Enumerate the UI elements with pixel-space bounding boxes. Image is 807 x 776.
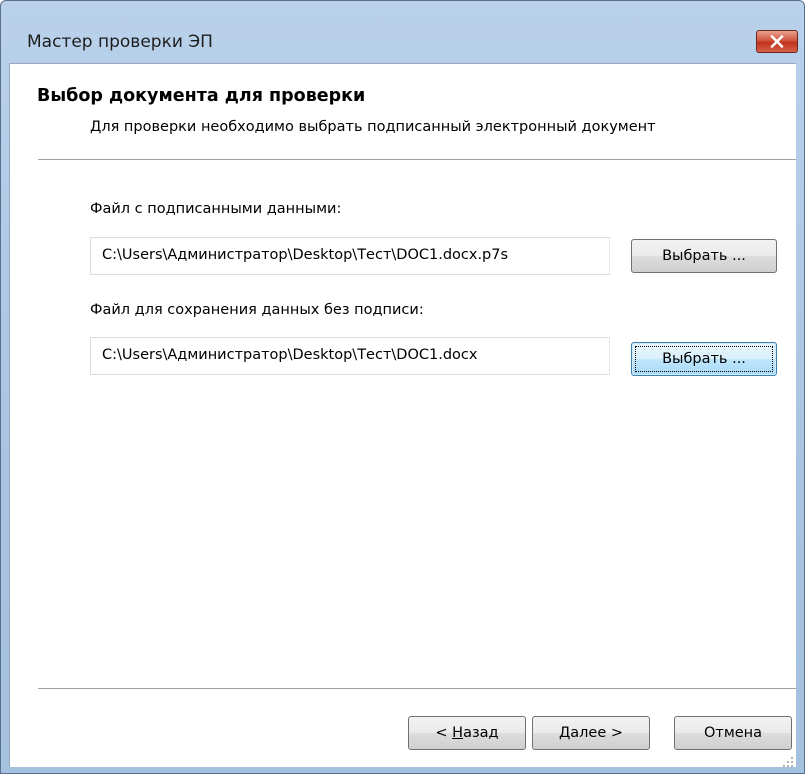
page-title: Выбор документа для проверки (37, 86, 366, 106)
next-button-label: Далее > (558, 725, 624, 741)
signed-file-label: Файл с подписанными данными: (90, 201, 342, 217)
wizard-window: Мастер проверки ЭП Выбор документа для п… (0, 0, 805, 774)
close-icon (770, 35, 784, 48)
signed-file-path-field[interactable]: C:\Users\Администратор\Desktop\Тест\DOC1… (90, 237, 610, 275)
back-button-label: < Назад (435, 725, 499, 741)
browse-signed-file-button[interactable]: Выбрать ... (631, 239, 777, 273)
wizard-page: Выбор документа для проверки Для проверк… (9, 63, 796, 767)
output-file-path-field[interactable]: C:\Users\Администратор\Desktop\Тест\DOC1… (90, 337, 610, 375)
footer-divider (38, 688, 796, 690)
cancel-button[interactable]: Отмена (674, 716, 792, 750)
browse-output-file-button[interactable]: Выбрать ... (631, 342, 777, 376)
close-button[interactable] (756, 30, 798, 53)
next-button[interactable]: Далее > (532, 716, 650, 750)
resize-grip-icon[interactable] (782, 753, 794, 767)
header-divider (38, 159, 796, 161)
back-button[interactable]: < Назад (408, 716, 526, 750)
output-file-label: Файл для сохранения данных без подписи: (90, 302, 424, 318)
page-subtitle: Для проверки необходимо выбрать подписан… (90, 119, 656, 135)
window-title: Мастер проверки ЭП (27, 32, 213, 52)
title-bar[interactable]: Мастер проверки ЭП (1, 1, 804, 63)
browse-output-file-label: Выбрать ... (662, 351, 746, 367)
